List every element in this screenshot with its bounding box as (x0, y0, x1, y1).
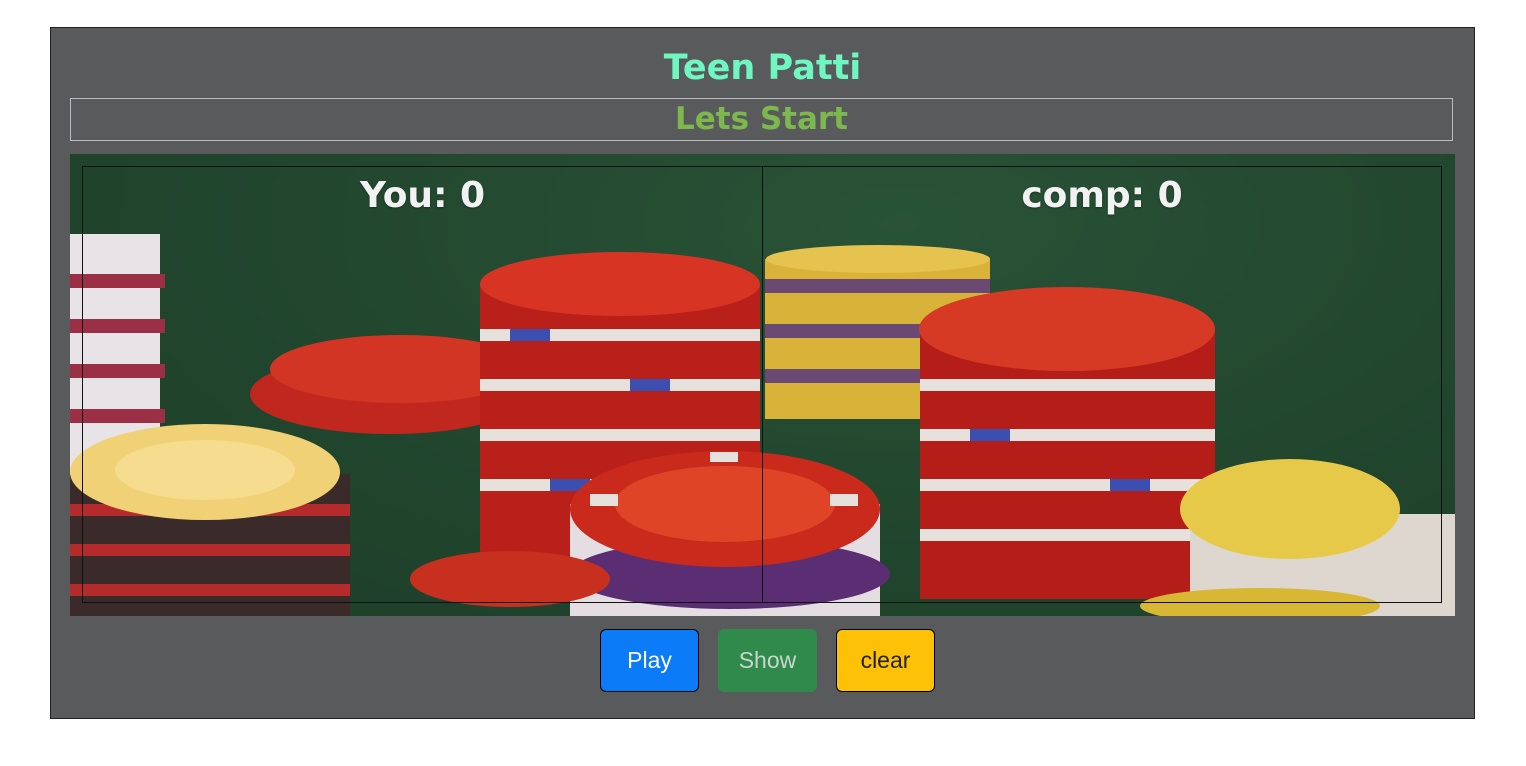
game-panel: Teen Patti Lets Start You: 0 comp: 0 Pla… (50, 27, 1475, 719)
status-message: Lets Start (70, 98, 1453, 141)
show-button[interactable]: Show (718, 629, 817, 692)
game-title: Teen Patti (663, 48, 862, 88)
play-button[interactable]: Play (600, 629, 699, 692)
clear-button[interactable]: clear (836, 629, 935, 692)
player-score-panel: You: 0 (82, 166, 763, 603)
computer-score-panel: comp: 0 (762, 166, 1442, 603)
computer-score: comp: 0 (1021, 175, 1183, 216)
poker-chips-background: You: 0 comp: 0 (70, 154, 1455, 616)
player-score: You: 0 (359, 175, 486, 216)
